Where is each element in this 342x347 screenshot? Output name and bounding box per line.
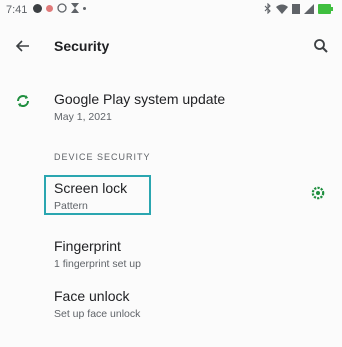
google-play-update-date: May 1, 2021 (54, 111, 112, 123)
face-unlock-title: Face unlock (54, 288, 130, 304)
status-time: 7:41 (6, 4, 28, 16)
alarm-notification-icon (57, 3, 67, 13)
fingerprint-row[interactable]: Fingerprint 1 fingerprint set up (0, 233, 342, 275)
heart-notification-icon (46, 4, 53, 12)
google-play-update-icon (17, 95, 29, 107)
toolbar: Security (0, 26, 342, 66)
status-bar: 7:41 (0, 0, 342, 22)
face-unlock-row[interactable]: Face unlock Set up face unlock (0, 283, 342, 325)
section-header-device-security: DEVICE SECURITY (54, 152, 151, 162)
wifi-icon (276, 4, 288, 14)
hourglass-notification-icon (71, 3, 79, 13)
search-icon[interactable] (312, 37, 330, 55)
system-status-icons (264, 3, 334, 14)
more-dot-icon (83, 6, 86, 10)
bottom-fade (0, 330, 342, 347)
sim-icon (292, 3, 300, 14)
page-title: Security (54, 38, 110, 54)
google-play-update-row[interactable]: Google Play system update May 1, 2021 (0, 80, 342, 130)
google-play-update-title: Google Play system update (54, 91, 226, 107)
fingerprint-title: Fingerprint (54, 238, 121, 254)
focus-highlight (44, 175, 151, 215)
fingerprint-subtitle: 1 fingerprint set up (54, 258, 141, 270)
gear-icon[interactable] (311, 186, 325, 200)
bluetooth-icon (264, 3, 271, 14)
notification-icons (33, 3, 86, 13)
back-arrow-icon[interactable] (14, 37, 32, 55)
face-unlock-subtitle: Set up face unlock (54, 308, 141, 320)
signal-icon (304, 3, 314, 14)
battery-charging-icon (318, 3, 333, 14)
notification-app-icon (33, 3, 42, 13)
